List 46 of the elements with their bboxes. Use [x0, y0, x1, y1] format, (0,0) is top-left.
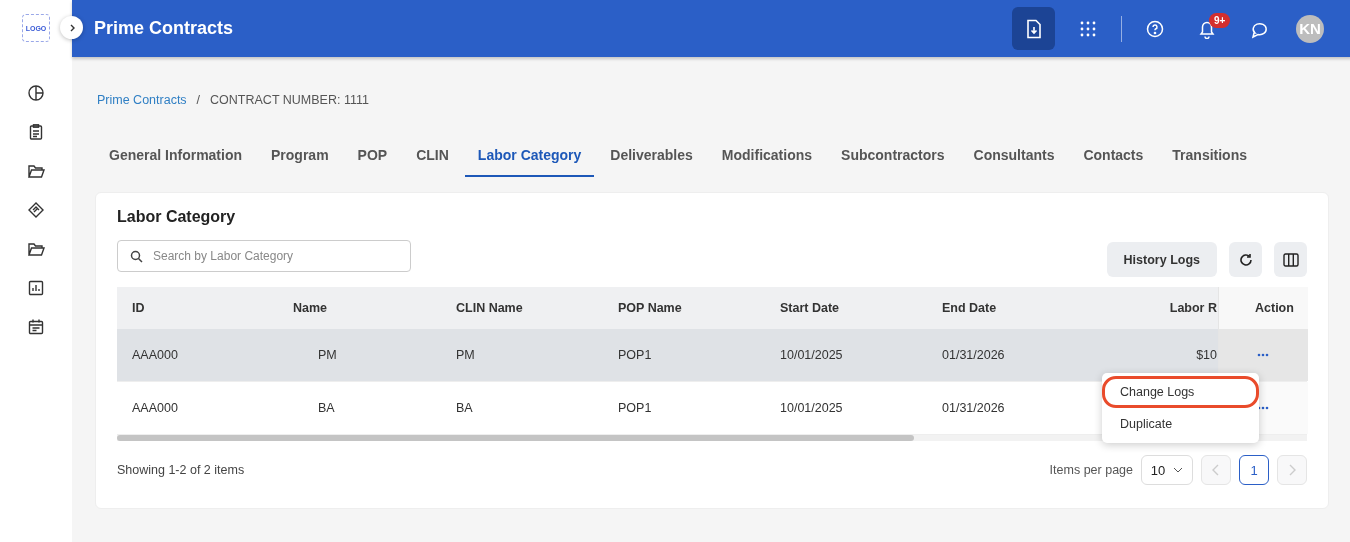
tab[interactable]: General Information — [96, 147, 256, 177]
table-cell: PM — [318, 348, 337, 362]
tab[interactable]: Labor Category — [464, 147, 595, 177]
breadcrumb-link[interactable]: Prime Contracts — [97, 93, 187, 107]
breadcrumb-current: CONTRACT NUMBER: 1111 — [210, 93, 369, 107]
tab[interactable]: CLIN — [403, 147, 462, 177]
history-logs-button[interactable]: History Logs — [1106, 242, 1217, 277]
table-cell: POP1 — [618, 401, 652, 415]
table-cell: 01/31/2026 — [942, 348, 1005, 362]
breadcrumb-separator: / — [196, 93, 201, 107]
tab[interactable]: Deliverables — [597, 147, 706, 177]
column-header: POP Name — [617, 301, 683, 315]
tab[interactable]: POP — [344, 147, 401, 177]
table-cell: POP1 — [618, 348, 652, 362]
table-cell: 01/31/2026 — [942, 401, 1005, 415]
table-cell: PM — [456, 348, 475, 362]
tab[interactable]: Consultants — [960, 147, 1068, 177]
items-per-page-label: Items per page — [1049, 463, 1133, 477]
tab[interactable]: Contacts — [1070, 147, 1157, 177]
search-field[interactable]: Search by Labor Category — [117, 240, 411, 272]
column-header: End Date — [941, 301, 998, 315]
tab[interactable]: Transitions — [1159, 147, 1260, 177]
page-title: Prime Contracts — [94, 18, 234, 39]
table-cell: BA — [318, 401, 335, 415]
column-header: CLIN Name — [455, 301, 524, 315]
card-title: Labor Category — [117, 208, 237, 226]
tab[interactable]: Program — [258, 147, 342, 177]
table-cell: $10 — [1196, 348, 1217, 362]
column-header: ID — [131, 301, 146, 315]
page-button[interactable]: 1 — [1239, 455, 1269, 485]
column-header: Action — [1218, 287, 1308, 329]
column-header: Name — [292, 301, 329, 315]
tab[interactable]: Subcontractors — [828, 147, 958, 177]
table-cell: 10/01/2025 — [780, 348, 843, 362]
notification-badge: 9+ — [1209, 12, 1231, 28]
table-cell: AAA000 — [132, 401, 178, 415]
table-cell: AAA000 — [132, 348, 178, 362]
table-cell: BA — [456, 401, 473, 415]
table-cell: 10/01/2025 — [780, 401, 843, 415]
items-summary: Showing 1-2 of 2 items — [117, 463, 245, 477]
tab[interactable]: Modifications — [708, 147, 826, 177]
items-per-page-select[interactable]: 10 — [1141, 455, 1193, 485]
column-header: Labor R — [1168, 301, 1218, 315]
column-header: Start Date — [779, 301, 841, 315]
menu-item[interactable]: Duplicate — [1102, 408, 1259, 440]
menu-item[interactable]: Change Logs — [1102, 376, 1259, 408]
